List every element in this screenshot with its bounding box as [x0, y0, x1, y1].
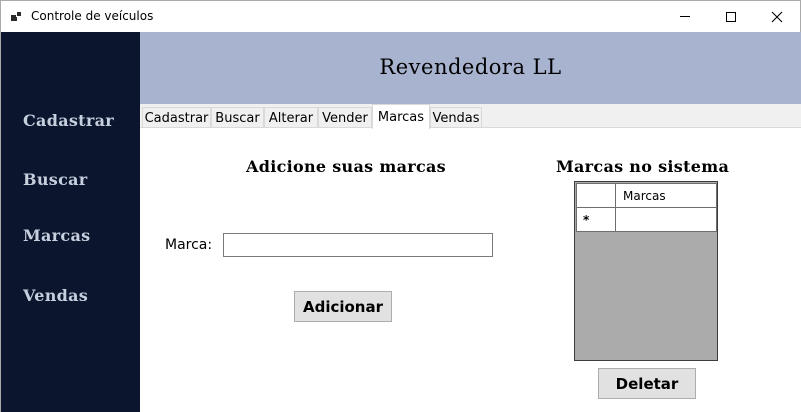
maximize-icon — [726, 11, 736, 22]
sidebar-item-cadastrar[interactable]: Cadastrar — [23, 111, 114, 130]
add-brand-heading: Adicione suas marcas — [246, 157, 446, 176]
add-button[interactable]: Adicionar — [294, 291, 392, 322]
grid-new-row: * — [576, 207, 717, 232]
sidebar-item-marcas[interactable]: Marcas — [23, 226, 90, 245]
grid-header-row: Marcas — [576, 183, 717, 208]
tab-vendas[interactable]: Vendas — [430, 107, 482, 128]
page-title: Revendedora LL — [379, 55, 562, 79]
marca-input[interactable] — [223, 233, 493, 257]
tab-strip: Cadastrar Buscar Alterar Vender Marcas V… — [140, 104, 801, 129]
app-icon — [11, 11, 23, 22]
close-icon — [771, 11, 783, 22]
minimize-button[interactable] — [662, 1, 708, 32]
tab-cadastrar[interactable]: Cadastrar — [142, 107, 211, 128]
app-window: Controle de veículos Cadastrar Buscar Ma… — [0, 0, 801, 412]
tab-marcas[interactable]: Marcas — [372, 104, 430, 129]
tab-vender[interactable]: Vender — [318, 107, 372, 128]
header-banner: Revendedora LL — [140, 32, 801, 104]
marca-label: Marca: — [165, 237, 213, 253]
grid-corner-cell[interactable] — [576, 183, 616, 208]
grid-cell-marca[interactable] — [615, 207, 717, 232]
brands-table: Marcas * — [576, 183, 717, 232]
grid-column-header-marcas[interactable]: Marcas — [615, 183, 717, 208]
maximize-button[interactable] — [708, 1, 754, 32]
grid-row-header[interactable]: * — [576, 207, 616, 232]
sidebar-item-vendas[interactable]: Vendas — [23, 286, 88, 305]
brands-grid[interactable]: Marcas * — [574, 181, 718, 361]
tab-buscar[interactable]: Buscar — [211, 107, 264, 128]
sidebar: Cadastrar Buscar Marcas Vendas — [1, 32, 140, 412]
window-title: Controle de veículos — [31, 9, 154, 23]
title-bar[interactable]: Controle de veículos — [1, 1, 800, 32]
close-button[interactable] — [754, 1, 800, 32]
brands-list-heading: Marcas no sistema — [556, 157, 730, 176]
sidebar-item-buscar[interactable]: Buscar — [23, 170, 88, 189]
delete-button[interactable]: Deletar — [598, 368, 696, 399]
tab-alterar[interactable]: Alterar — [264, 107, 318, 128]
minimize-icon — [680, 16, 690, 17]
